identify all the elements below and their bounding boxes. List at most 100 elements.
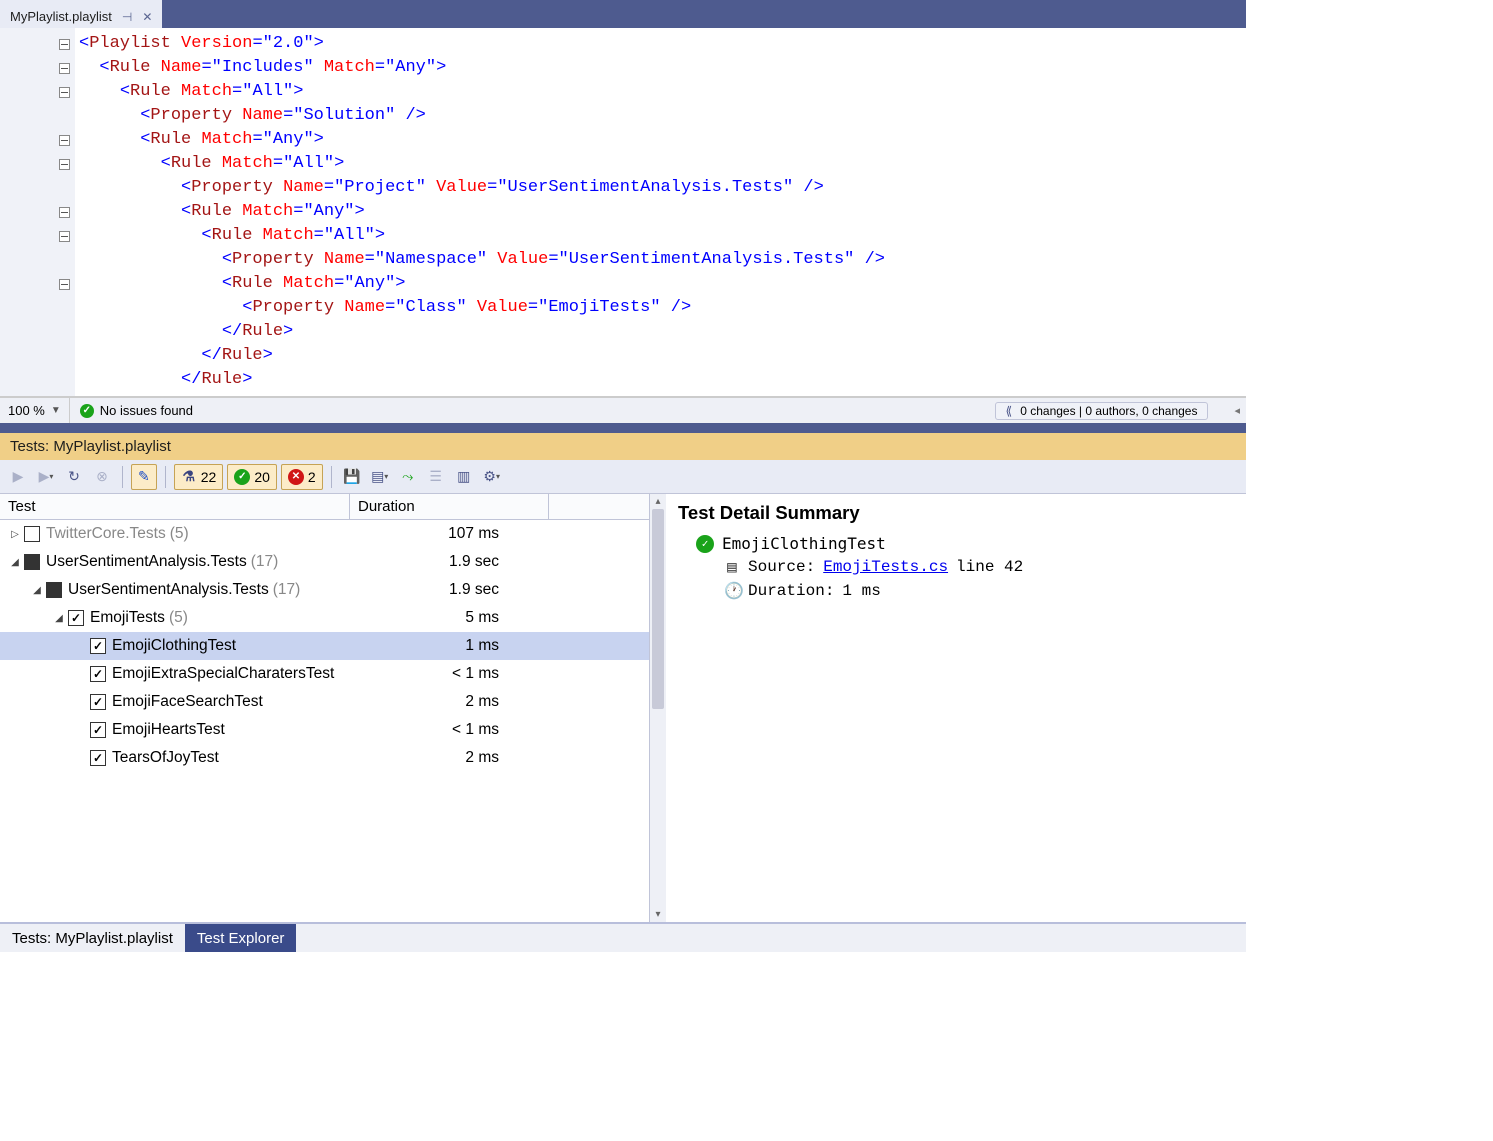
expand-toggle[interactable]: ▷ <box>10 529 20 540</box>
scroll-up-icon[interactable]: ▴ <box>655 496 660 507</box>
columns-button[interactable]: ▥ <box>452 465 476 489</box>
edit-playlist-button[interactable]: ✎ <box>131 464 157 490</box>
tree-row[interactable]: ◢UserSentimentAnalysis.Tests (17)1.9 sec <box>0 548 649 576</box>
tree-row[interactable]: ▷TwitterCore.Tests (5)107 ms <box>0 520 649 548</box>
total-tests-pill[interactable]: ⚗22 <box>174 464 224 490</box>
run-to-button[interactable]: ⤳ <box>396 465 420 489</box>
expand-toggle[interactable]: ◢ <box>10 557 20 568</box>
bottom-tab-explorer[interactable]: Test Explorer <box>185 924 297 952</box>
checkbox[interactable] <box>90 666 106 682</box>
fold-toggle[interactable] <box>59 159 70 170</box>
tree-label: UserSentimentAnalysis.Tests <box>46 553 247 571</box>
playlist-button[interactable]: ▤▾ <box>368 465 392 489</box>
run-button[interactable]: ▶▾ <box>34 465 58 489</box>
group-by-button[interactable]: ☰ <box>424 465 448 489</box>
tree-duration: 1.9 sec <box>449 553 499 571</box>
fold-toggle[interactable] <box>59 279 70 290</box>
checkbox[interactable] <box>90 750 106 766</box>
issues-indicator[interactable]: ✓ No issues found <box>70 403 203 418</box>
tree-duration: 2 ms <box>465 693 499 711</box>
detail-test-name: EmojiClothingTest <box>722 534 886 553</box>
tree-row[interactable]: TearsOfJoyTest2 ms <box>0 744 649 772</box>
column-blank <box>549 494 649 519</box>
fold-toggle[interactable] <box>59 39 70 50</box>
tree-label: EmojiClothingTest <box>112 637 236 655</box>
checkbox[interactable] <box>68 610 84 626</box>
tree-body[interactable]: ▷TwitterCore.Tests (5)107 ms◢UserSentime… <box>0 520 649 922</box>
fold-toggle[interactable] <box>59 231 70 242</box>
clock-icon: 🕐 <box>724 581 740 601</box>
stop-button[interactable]: ⊗ <box>90 465 114 489</box>
fold-toggle[interactable] <box>59 87 70 98</box>
tree-label: TwitterCore.Tests <box>46 525 166 543</box>
chevron-down-icon: ▼ <box>51 405 61 416</box>
source-icon: ▤ <box>724 557 740 577</box>
tree-duration: 1 ms <box>465 637 499 655</box>
settings-button[interactable]: ⚙▾ <box>480 465 504 489</box>
tree-duration: < 1 ms <box>452 665 499 683</box>
tree-row[interactable]: EmojiExtraSpecialCharatersTest< 1 ms <box>0 660 649 688</box>
codelens-changes[interactable]: ⟪ 0 changes | 0 authors, 0 changes <box>995 402 1209 420</box>
run-all-button[interactable]: ▶ <box>6 465 30 489</box>
zoom-dropdown[interactable]: 100 % ▼ <box>0 398 70 423</box>
tree-duration: < 1 ms <box>452 721 499 739</box>
tree-duration: 2 ms <box>465 749 499 767</box>
detail-title: Test Detail Summary <box>678 502 1234 524</box>
source-link[interactable]: EmojiTests.cs <box>823 558 948 576</box>
bottom-tab-tests[interactable]: Tests: MyPlaylist.playlist <box>0 924 185 952</box>
test-panel-title: Tests: MyPlaylist.playlist <box>0 433 1246 460</box>
column-duration[interactable]: Duration <box>350 494 549 519</box>
fold-toggle[interactable] <box>59 63 70 74</box>
passed-tests-pill[interactable]: ✓20 <box>227 464 277 490</box>
test-detail-panel: Test Detail Summary ✓ EmojiClothingTest … <box>666 494 1246 922</box>
panel-separator <box>0 423 1246 433</box>
tab-title: MyPlaylist.playlist <box>10 9 112 24</box>
column-test[interactable]: Test <box>0 494 350 519</box>
test-toolbar: ▶ ▶▾ ↻ ⊗ ✎ ⚗22 ✓20 ✕2 💾 ▤▾ ⤳ ☰ ▥ ⚙▾ <box>0 460 1246 494</box>
tree-row[interactable]: EmojiClothingTest 1 ms <box>0 632 649 660</box>
tree-row[interactable]: ◢EmojiTests (5)5 ms <box>0 604 649 632</box>
scroll-down-icon[interactable]: ▾ <box>655 909 660 920</box>
expand-toggle[interactable]: ◢ <box>54 613 64 624</box>
editor-tab[interactable]: MyPlaylist.playlist ⊣ ✕ <box>0 0 162 28</box>
save-button[interactable]: 💾 <box>340 465 364 489</box>
tree-label: EmojiTests <box>90 609 165 627</box>
tree-row[interactable]: ◢UserSentimentAnalysis.Tests (17)1.9 sec <box>0 576 649 604</box>
checkbox[interactable] <box>24 526 40 542</box>
nav-arrow-icon[interactable]: ◂ <box>1228 404 1246 417</box>
pass-icon: ✓ <box>696 535 714 553</box>
code-editor[interactable]: <Playlist Version="2.0"> <Rule Name="Inc… <box>0 28 1246 397</box>
pin-icon[interactable]: ⊣ <box>122 10 132 24</box>
tree-label: EmojiFaceSearchTest <box>112 693 263 711</box>
checkbox[interactable] <box>90 722 106 738</box>
checkbox[interactable] <box>24 554 40 570</box>
checkbox[interactable] <box>90 638 106 654</box>
fold-toggle[interactable] <box>59 207 70 218</box>
fail-icon: ✕ <box>288 469 304 485</box>
code-content[interactable]: <Playlist Version="2.0"> <Rule Name="Inc… <box>75 28 1246 396</box>
tree-duration: 107 ms <box>448 525 499 543</box>
failed-tests-pill[interactable]: ✕2 <box>281 464 323 490</box>
flask-icon: ⚗ <box>181 469 197 485</box>
fold-toggle[interactable] <box>59 135 70 146</box>
bottom-tab-bar: Tests: MyPlaylist.playlist Test Explorer <box>0 924 1246 952</box>
tree-header: Test Duration <box>0 494 649 520</box>
checkbox[interactable] <box>46 582 62 598</box>
tree-label: EmojiHeartsTest <box>112 721 225 739</box>
expand-toggle[interactable]: ◢ <box>32 585 42 596</box>
editor-tab-bar: MyPlaylist.playlist ⊣ ✕ <box>0 0 1246 28</box>
tree-row[interactable]: EmojiFaceSearchTest 2 ms <box>0 688 649 716</box>
tree-row[interactable]: EmojiHeartsTest < 1 ms <box>0 716 649 744</box>
fold-gutter <box>0 28 75 396</box>
tree-label: UserSentimentAnalysis.Tests <box>68 581 269 599</box>
checkbox[interactable] <box>90 694 106 710</box>
close-icon[interactable]: ✕ <box>142 10 152 24</box>
test-explorer-body: Test Duration ▷TwitterCore.Tests (5)107 … <box>0 494 1246 922</box>
history-icon: ⟪ <box>1006 404 1013 418</box>
scrollbar[interactable]: ▴ ▾ <box>650 494 666 922</box>
editor-status-bar: 100 % ▼ ✓ No issues found ⟪ 0 changes | … <box>0 397 1246 423</box>
scroll-thumb[interactable] <box>652 509 664 709</box>
tree-duration: 1.9 sec <box>449 581 499 599</box>
repeat-button[interactable]: ↻ <box>62 465 86 489</box>
check-icon: ✓ <box>80 404 94 418</box>
